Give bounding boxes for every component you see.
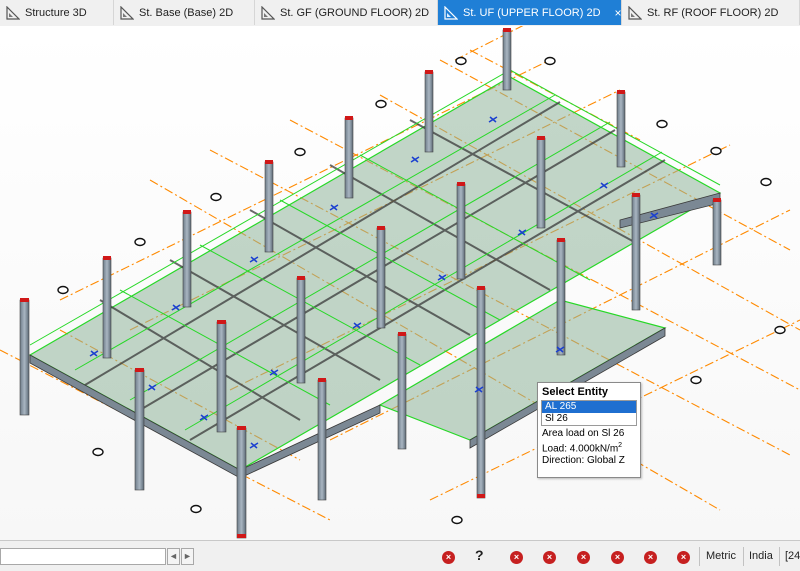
prev-button[interactable]: ◄ (167, 548, 180, 565)
entity-info: Area load on Sl 26 Load: 4.000kN/m2 Dire… (538, 426, 640, 469)
plan-2d-icon (444, 5, 459, 20)
structure-3d-viewport[interactable]: Select Entity AL 265 Sl 26 Area load on … (0, 26, 800, 540)
help-icon[interactable]: ? (475, 547, 484, 563)
entity-list[interactable]: AL 265 Sl 26 (541, 400, 637, 426)
status-bar: ◄ ► × ? × × × × × × Metric India [24 (0, 540, 800, 571)
divider (743, 547, 744, 566)
tab-label: Structure 3D (25, 6, 87, 19)
tab-st-uf-2d[interactable]: St. UF (UPPER FLOOR) 2D × (438, 0, 622, 25)
error-icon[interactable]: × (677, 551, 690, 564)
error-icon[interactable]: × (644, 551, 657, 564)
tab-label: St. GF (GROUND FLOOR) 2D (280, 6, 430, 19)
tab-label: St. Base (Base) 2D (139, 6, 234, 19)
load-description: Area load on Sl 26 (542, 428, 625, 439)
entity-item-al-265[interactable]: AL 265 (542, 401, 636, 413)
divider (699, 547, 700, 566)
tab-structure-3d[interactable]: Structure 3D (0, 0, 114, 25)
load-direction: Direction: Global Z (542, 455, 625, 467)
units-label[interactable]: Metric (706, 550, 736, 562)
structure-model[interactable] (0, 26, 800, 540)
select-entity-popup[interactable]: Select Entity AL 265 Sl 26 Area load on … (537, 382, 641, 478)
design-code-label[interactable]: India (749, 550, 773, 562)
tab-label: St. RF (ROOF FLOOR) 2D (647, 6, 779, 19)
command-input[interactable] (0, 548, 166, 565)
popup-title: Select Entity (542, 386, 609, 398)
error-icon[interactable]: × (577, 551, 590, 564)
tab-st-rf-2d[interactable]: St. RF (ROOF FLOOR) 2D (622, 0, 800, 25)
error-icon[interactable]: × (510, 551, 523, 564)
unit-superscript: 2 (618, 442, 623, 449)
view-tab-bar: Structure 3D St. Base (Base) 2D St. GF (… (0, 0, 800, 27)
plan-2d-icon (120, 5, 135, 20)
structure-3d-icon (6, 5, 21, 20)
error-icon[interactable]: × (442, 551, 455, 564)
divider (779, 547, 780, 566)
next-button[interactable]: ► (181, 548, 194, 565)
tab-label: St. UF (UPPER FLOOR) 2D (463, 6, 601, 19)
close-icon[interactable]: × (615, 6, 622, 20)
status-extra: [24 (785, 550, 800, 562)
error-icon[interactable]: × (543, 551, 556, 564)
plan-2d-icon (628, 5, 643, 20)
tab-st-base-2d[interactable]: St. Base (Base) 2D (114, 0, 255, 25)
error-icon[interactable]: × (611, 551, 624, 564)
load-value: Load: 4.000kN/m2 (542, 442, 623, 455)
tab-st-gf-2d[interactable]: St. GF (GROUND FLOOR) 2D (255, 0, 438, 25)
plan-2d-icon (261, 5, 276, 20)
entity-item-sl-26[interactable]: Sl 26 (542, 413, 636, 425)
